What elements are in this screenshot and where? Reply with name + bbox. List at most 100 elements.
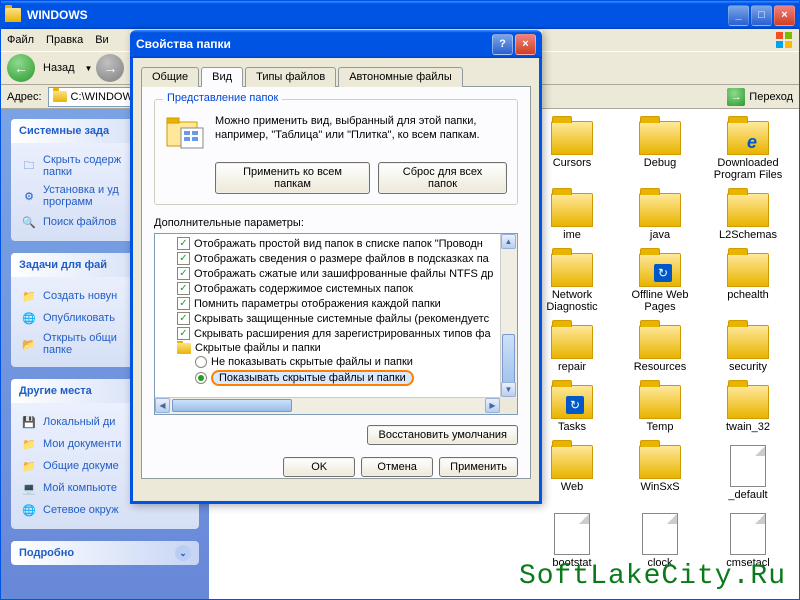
tree-checkbox-item[interactable]: ✓Отображать простой вид папок в списке п… bbox=[159, 236, 513, 251]
menu-view[interactable]: Ви bbox=[95, 34, 108, 46]
tree-checkbox-item[interactable]: ✓Отображать сведения о размере файлов в … bbox=[159, 251, 513, 266]
panel-title: Подробно bbox=[19, 547, 74, 559]
folder-item[interactable]: Downloaded Program Files bbox=[709, 121, 787, 181]
folder-item[interactable]: Offline Web Pages bbox=[621, 253, 699, 313]
restore-defaults-button[interactable]: Восстановить умолчания bbox=[367, 425, 518, 445]
folder-icon bbox=[551, 385, 593, 419]
folder-item[interactable]: repair bbox=[533, 325, 611, 373]
close-button[interactable]: × bbox=[774, 5, 795, 26]
folder-item[interactable]: Resources bbox=[621, 325, 699, 373]
advanced-settings-tree[interactable]: ✓ Отображать простой вид папок в списке п… bbox=[154, 233, 518, 415]
panel-title: Системные зада bbox=[19, 125, 109, 137]
folder-item[interactable]: Cursors bbox=[533, 121, 611, 181]
minimize-button[interactable]: _ bbox=[728, 5, 749, 26]
vertical-scrollbar[interactable]: ▲ ▼ bbox=[500, 234, 517, 397]
item-label: L2Schemas bbox=[719, 229, 777, 241]
tree-folder-item[interactable]: Скрытые файлы и папки bbox=[159, 341, 513, 355]
item-label: Поиск файлов bbox=[43, 216, 116, 228]
folder-item[interactable]: Web bbox=[533, 445, 611, 501]
folder-item[interactable]: pchealth bbox=[709, 253, 787, 313]
tree-checkbox-item[interactable]: ✓Скрывать защищенные системные файлы (ре… bbox=[159, 311, 513, 326]
item-label: ime bbox=[563, 229, 581, 241]
tree-item-label: Отображать сжатые или зашифрованные файл… bbox=[194, 268, 493, 280]
folder-item[interactable]: Debug bbox=[621, 121, 699, 181]
folder-item[interactable]: ime bbox=[533, 193, 611, 241]
reset-all-folders-button[interactable]: Сброс для всех папок bbox=[378, 162, 507, 194]
tree-checkbox-item[interactable]: ✓Помнить параметры отображения каждой па… bbox=[159, 296, 513, 311]
tree-checkbox-item[interactable]: ✓Скрывать расширения для зарегистрирован… bbox=[159, 326, 513, 341]
folder-views-group: Представление папок Можно применить вид,… bbox=[154, 99, 518, 205]
item-label: security bbox=[729, 361, 767, 373]
tree-item-label: Скрывать расширения для зарегистрированн… bbox=[194, 328, 491, 340]
folder-item[interactable]: L2Schemas bbox=[709, 193, 787, 241]
advanced-label: Дополнительные параметры: bbox=[154, 217, 518, 229]
back-button[interactable]: ← bbox=[7, 54, 35, 82]
folder-views-icon bbox=[165, 114, 205, 152]
checkbox-icon: ✓ bbox=[177, 267, 190, 280]
tree-item-label: Отображать простой вид папок в списке па… bbox=[194, 238, 483, 250]
tree-item-label: Скрытые файлы и папки bbox=[195, 342, 321, 354]
panel-header[interactable]: Подробно ⌄ bbox=[11, 541, 199, 565]
tree-checkbox-item[interactable]: ✓Отображать содержимое системных папок bbox=[159, 281, 513, 296]
help-button[interactable]: ? bbox=[492, 34, 513, 55]
tab-view[interactable]: Вид bbox=[201, 67, 243, 87]
folder-item[interactable]: Network Diagnostic bbox=[533, 253, 611, 313]
cancel-button[interactable]: Отмена bbox=[361, 457, 433, 477]
radio-icon bbox=[195, 372, 207, 384]
item-label: Мой компьюте bbox=[43, 482, 117, 494]
scroll-left-icon[interactable]: ◀ bbox=[155, 398, 170, 413]
folder-icon bbox=[639, 253, 681, 287]
ok-button[interactable]: OK bbox=[283, 457, 355, 477]
dialog-close-button[interactable]: × bbox=[515, 34, 536, 55]
tree-checkbox-item[interactable]: ✓ Отображать сжатые или зашифрованные фай… bbox=[159, 266, 513, 281]
folder-item[interactable]: security bbox=[709, 325, 787, 373]
apply-all-folders-button[interactable]: Применить ко всем папкам bbox=[215, 162, 370, 194]
horizontal-scrollbar[interactable]: ◀ ▶ bbox=[155, 397, 517, 414]
window-title: WINDOWS bbox=[27, 8, 728, 22]
tab-general[interactable]: Общие bbox=[141, 67, 199, 87]
item-label: Tasks bbox=[558, 421, 586, 433]
address-input[interactable]: C:\WINDOW bbox=[48, 87, 138, 107]
tab-offline-files[interactable]: Автономные файлы bbox=[338, 67, 463, 87]
folder-item[interactable]: java bbox=[621, 193, 699, 241]
item-label: Открыть общи папке bbox=[43, 332, 117, 356]
dialog-title: Свойства папки bbox=[136, 37, 490, 51]
scroll-corner bbox=[500, 397, 517, 414]
go-arrow-icon: → bbox=[727, 88, 745, 106]
menu-edit[interactable]: Правка bbox=[46, 34, 83, 46]
folder-item[interactable]: Temp bbox=[621, 385, 699, 433]
folder-icon bbox=[5, 8, 21, 22]
tree-radio-item[interactable]: Не показывать скрытые файлы и папки bbox=[159, 355, 513, 369]
file-item[interactable]: _default bbox=[709, 445, 787, 501]
folder-item[interactable]: WinSxS bbox=[621, 445, 699, 501]
tree-item-label: Помнить параметры отображения каждой пап… bbox=[194, 298, 441, 310]
scroll-thumb[interactable] bbox=[172, 399, 292, 412]
scroll-right-icon[interactable]: ▶ bbox=[485, 398, 500, 413]
folder-item[interactable]: Tasks bbox=[533, 385, 611, 433]
apply-button[interactable]: Применить bbox=[439, 457, 518, 477]
item-icon: 📁 bbox=[21, 288, 37, 304]
maximize-button[interactable]: □ bbox=[751, 5, 772, 26]
checkbox-icon: ✓ bbox=[177, 282, 190, 295]
folder-icon bbox=[53, 91, 67, 102]
go-button[interactable]: → Переход bbox=[727, 88, 793, 106]
folder-item[interactable]: twain_32 bbox=[709, 385, 787, 433]
scroll-up-icon[interactable]: ▲ bbox=[501, 234, 516, 249]
scroll-down-icon[interactable]: ▼ bbox=[501, 382, 516, 397]
tree-item-label: Показывать скрытые файлы и папки bbox=[211, 370, 414, 386]
forward-button[interactable]: → bbox=[96, 54, 124, 82]
checkbox-icon: ✓ bbox=[177, 312, 190, 325]
tree-radio-item[interactable]: Показывать скрытые файлы и папки bbox=[159, 369, 513, 387]
tab-file-types[interactable]: Типы файлов bbox=[245, 67, 336, 87]
item-label: Offline Web Pages bbox=[622, 289, 698, 313]
folder-icon bbox=[177, 343, 191, 354]
folder-icon bbox=[639, 121, 681, 155]
back-dropdown-icon[interactable]: ▼ bbox=[85, 64, 93, 73]
item-label: Network Diagnostic bbox=[534, 289, 610, 313]
item-icon: 🔍 bbox=[21, 214, 37, 230]
chevron-down-icon: ⌄ bbox=[175, 545, 191, 561]
item-label: _default bbox=[728, 489, 767, 501]
menu-file[interactable]: Файл bbox=[7, 34, 34, 46]
file-icon bbox=[642, 513, 678, 555]
dialog-titlebar: Свойства папки ? × bbox=[130, 30, 542, 58]
